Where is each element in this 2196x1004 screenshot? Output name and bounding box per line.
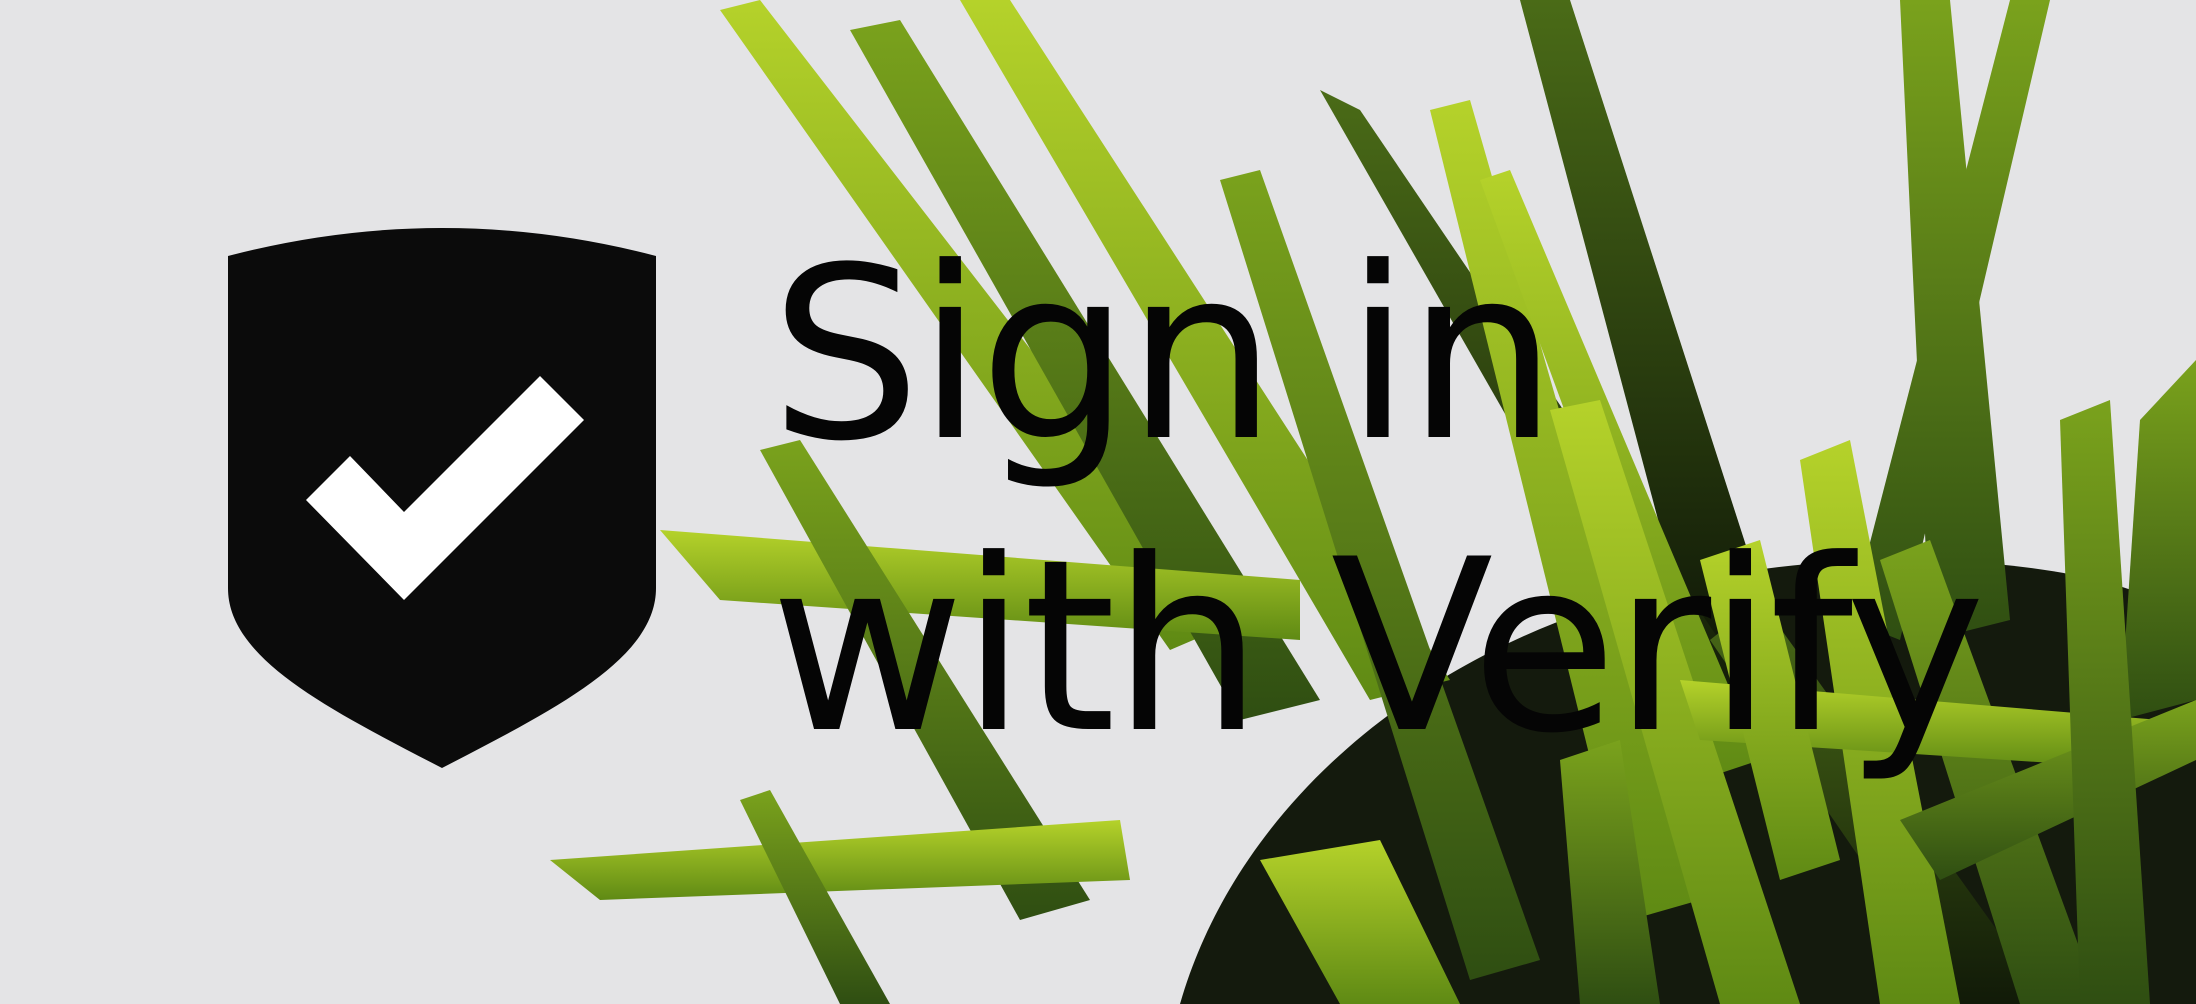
headline: Sign in with Verify (770, 210, 1986, 794)
headline-line-1: Sign in (770, 217, 1558, 494)
shield-check-icon (228, 228, 656, 768)
sign-in-banner: Sign in with Verify (0, 0, 2196, 1004)
headline-line-2: with Verify (770, 509, 1986, 786)
